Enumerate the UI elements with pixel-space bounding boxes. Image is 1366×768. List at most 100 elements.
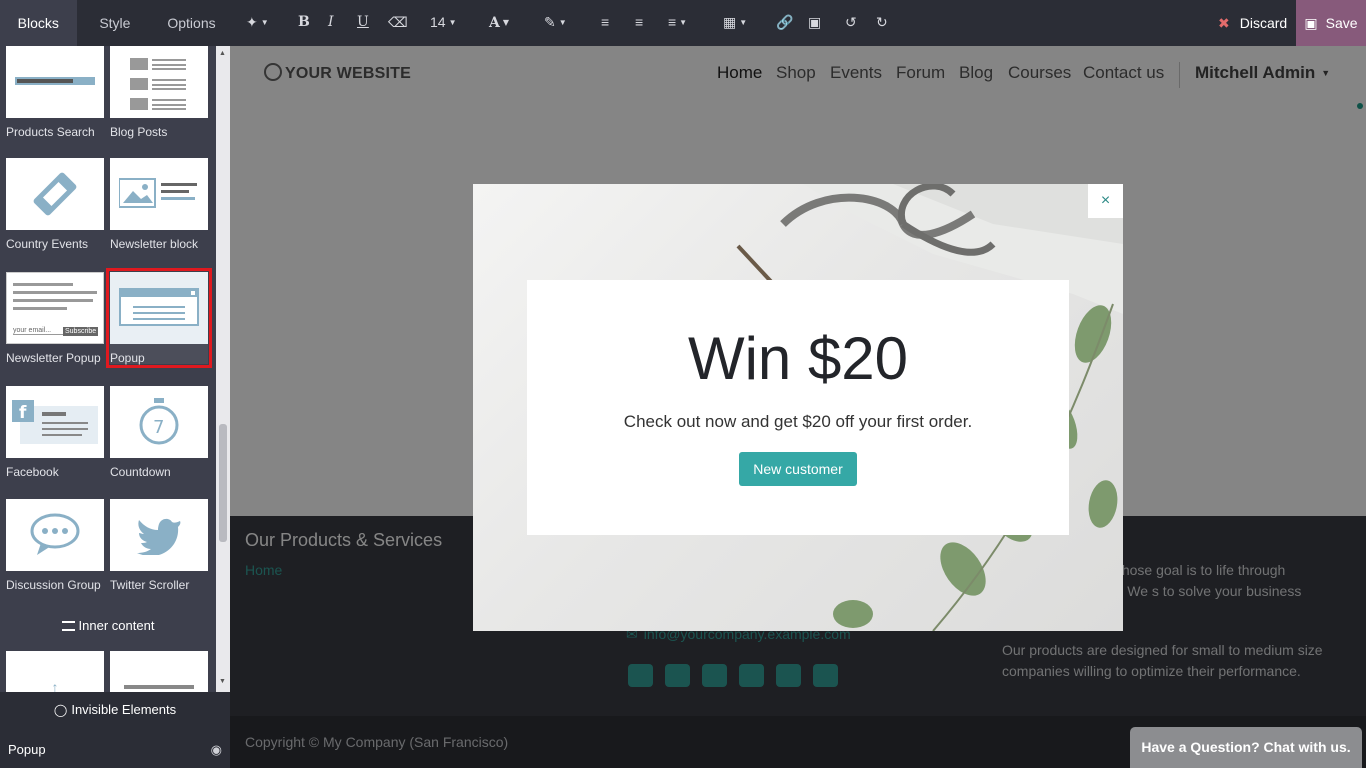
link-icon[interactable]: 🔗 <box>776 0 793 46</box>
undo-icon[interactable]: ↺ <box>845 0 857 46</box>
save-label: Save <box>1325 15 1358 31</box>
snippets-list[interactable]: Products Search Blog Posts Country Event… <box>0 46 216 692</box>
facebook-icon: f <box>12 400 98 444</box>
discard-button[interactable]: ✖ Discard <box>1206 0 1299 46</box>
save-button[interactable]: ▣ Save <box>1296 0 1366 46</box>
snippet-country-events[interactable]: Country Events <box>6 158 104 251</box>
bold-icon[interactable]: B <box>298 0 310 46</box>
partial-thumbnail <box>110 651 208 692</box>
font-color-icon[interactable]: A ▼ <box>489 0 509 46</box>
close-icon[interactable]: × <box>1088 184 1123 218</box>
inner-content-label: Inner content <box>78 618 155 633</box>
newsletter-block-thumbnail <box>110 158 208 230</box>
unordered-list-icon[interactable]: ≡ <box>601 0 609 46</box>
ordered-list-icon[interactable]: ≡ <box>635 0 643 46</box>
popup-text-lines-icon <box>13 283 97 310</box>
snippet-blog-posts[interactable]: Blog Posts <box>110 46 208 139</box>
blog-list-icon <box>130 58 186 110</box>
snippet-products-search[interactable]: Products Search <box>6 46 104 139</box>
snippet-label: Country Events <box>6 237 89 251</box>
popup-text: Check out now and get $20 off your first… <box>623 412 973 431</box>
live-chat-button[interactable]: Have a Question? Chat with us. <box>1130 727 1362 768</box>
sidebar-scrollbar[interactable]: ▲ ▼ <box>216 46 230 692</box>
website-page: YOUR WEBSITE Home Shop Events Forum Blog… <box>230 46 1366 768</box>
snippet-popup[interactable]: Popup <box>106 268 212 368</box>
eye-icon[interactable]: ◉ <box>211 728 222 768</box>
products-search-thumbnail <box>6 46 104 118</box>
svg-text:f: f <box>19 403 27 423</box>
list-icon <box>61 621 75 631</box>
snippet-facebook[interactable]: f Facebook <box>6 386 104 479</box>
underline-icon[interactable]: U <box>357 0 369 46</box>
snippet-twitter-scroller[interactable]: Twitter Scroller <box>110 499 208 592</box>
snippet-label: Newsletter Popup <box>6 351 101 365</box>
font-size-value: 14 <box>430 14 446 30</box>
ticket-icon <box>33 172 77 216</box>
snippet-label: Products Search <box>6 125 95 139</box>
popup-content-box: Win $20 Check out now and get $20 off yo… <box>527 280 1069 535</box>
arrow-up-icon: ↑ <box>51 679 59 692</box>
email-input-preview: your email... <box>13 327 63 335</box>
font-size-dropdown[interactable]: 14 ▼ <box>430 0 457 46</box>
twitter-scroller-thumbnail <box>110 499 208 571</box>
blog-posts-thumbnail <box>110 46 208 118</box>
paint-brush-icon[interactable]: ✎ ▼ <box>544 0 567 46</box>
tab-blocks[interactable]: Blocks <box>0 0 77 46</box>
snippet-discussion-group[interactable]: Discussion Group <box>6 499 104 592</box>
invisible-elements-heading: ◯ Invisible Elements <box>0 692 230 728</box>
countdown-thumbnail: 7 <box>110 386 208 458</box>
snippet-label: Twitter Scroller <box>110 578 190 592</box>
tab-style[interactable]: Style <box>77 0 154 46</box>
twitter-bird-icon <box>137 518 181 555</box>
partial-thumbnail: ↑ <box>6 651 104 692</box>
popup-title: Win $20 <box>687 325 909 392</box>
snippet-label: Countdown <box>110 465 171 479</box>
close-icon: ✖ <box>1218 15 1230 31</box>
snippet-label: Popup <box>110 351 145 365</box>
align-icon[interactable]: ≡ ▼ <box>668 0 687 46</box>
chat-bubble-icon <box>30 513 80 555</box>
invisible-item-label: Popup <box>8 742 46 757</box>
sidebar-tabs: Blocks Style Options <box>0 0 230 46</box>
invisible-elements-label: Invisible Elements <box>71 702 177 717</box>
italic-icon[interactable]: I <box>328 0 334 46</box>
popup-thumbnail <box>110 272 208 344</box>
scroll-down-arrow-icon[interactable]: ▼ <box>219 678 226 685</box>
eye-slash-icon: ◯ <box>53 703 68 717</box>
floppy-icon: ▣ <box>1304 15 1318 31</box>
discussion-group-thumbnail <box>6 499 104 571</box>
file-image-icon[interactable]: ▣ <box>808 0 821 46</box>
snippet-label: Newsletter block <box>110 237 199 251</box>
snippet-newsletter-block[interactable]: Newsletter block <box>110 158 208 251</box>
eraser-icon[interactable]: ⌫ <box>388 0 408 46</box>
new-customer-button[interactable]: New customer <box>739 452 857 486</box>
svg-text:7: 7 <box>153 417 164 438</box>
snippet-partial-1[interactable]: ↑ <box>6 651 104 692</box>
image-text-icon <box>119 178 197 208</box>
tab-options[interactable]: Options <box>153 0 230 46</box>
discard-label: Discard <box>1239 15 1288 31</box>
snippets-sidebar: Blocks Style Options Products Search Blo… <box>0 0 230 768</box>
facebook-thumbnail: f <box>6 386 104 458</box>
snippet-label: Discussion Group <box>6 578 101 592</box>
snippet-countdown[interactable]: 7 Countdown <box>110 386 208 479</box>
snippet-partial-2[interactable] <box>110 651 208 692</box>
snippet-label: Blog Posts <box>110 125 168 139</box>
table-icon[interactable]: ▦ ▼ <box>723 0 747 46</box>
stopwatch-icon: 7 <box>139 398 179 445</box>
invisible-item-popup[interactable]: Popup ◉ <box>0 728 230 768</box>
editor-toolbar: ✦ ▼ B I U ⌫ 14 ▼ A ▼ ✎ ▼ ≡ ≡ ≡ ▼ ▦ ▼ 🔗 ▣ ↺ ↻ ✖… <box>230 0 1366 46</box>
inner-content-heading: Inner content <box>0 618 216 633</box>
subscribe-button-preview: Subscribe <box>63 327 99 336</box>
scrollbar-thumb[interactable] <box>219 424 227 542</box>
newsletter-popup-thumbnail: your email... Subscribe <box>6 272 104 344</box>
scroll-up-arrow-icon[interactable]: ▲ <box>219 50 226 57</box>
popup-modal: × Win $20 Check out now and get $20 off … <box>473 184 1123 631</box>
country-events-thumbnail <box>6 158 104 230</box>
snippet-label: Facebook <box>6 465 59 479</box>
magic-wand-icon[interactable]: ✦ ▼ <box>246 0 269 46</box>
search-bar-icon <box>15 77 95 85</box>
popup-window-icon <box>119 288 199 326</box>
snippet-newsletter-popup[interactable]: your email... Subscribe Newsletter Popup <box>6 272 104 365</box>
redo-icon[interactable]: ↻ <box>876 0 888 46</box>
